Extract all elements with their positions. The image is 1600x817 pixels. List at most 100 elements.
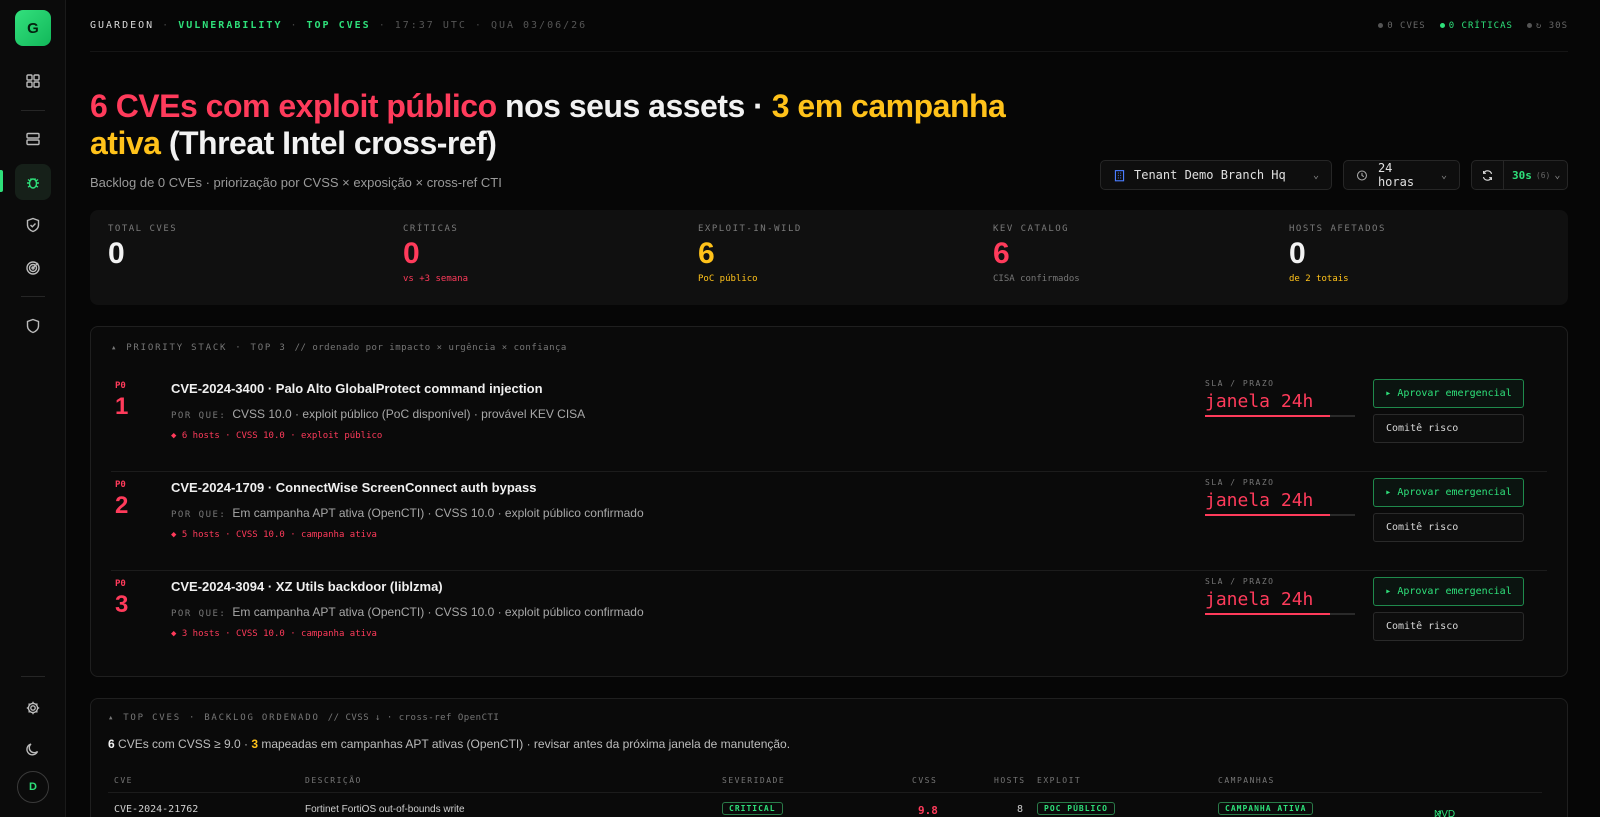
headline-exploit: 6 CVEs com exploit público bbox=[90, 88, 497, 124]
status-cves-text: 0 CVES bbox=[1387, 20, 1426, 31]
sla-block: SLA / PRAZO janela 24h bbox=[1205, 379, 1355, 417]
approve-emergency-button[interactable]: ▸ Aprovar emergencial bbox=[1373, 577, 1524, 606]
refresh-button[interactable] bbox=[1472, 161, 1504, 189]
section-title: TOP CVES bbox=[123, 713, 181, 723]
tenant-label: Tenant Demo Branch Hq bbox=[1134, 168, 1286, 182]
cell-description: Fortinet FortiOS out-of-bounds write bbox=[305, 804, 465, 815]
section-top: TOP 3 bbox=[250, 343, 287, 353]
priority-rank: 2 bbox=[115, 492, 129, 519]
priority-title[interactable]: CVE-2024-1709 · ConnectWise ScreenConnec… bbox=[171, 480, 536, 495]
clock-icon bbox=[1356, 170, 1367, 180]
priority-tag: P0 bbox=[115, 480, 126, 490]
risk-committee-button[interactable]: Comitê risco bbox=[1373, 513, 1524, 542]
nav-shield[interactable] bbox=[15, 308, 51, 344]
kpi-label: CRÍTICAS bbox=[403, 224, 459, 234]
reason-text: Em campanha APT ativa (OpenCTI) · CVSS 1… bbox=[232, 506, 644, 520]
refresh-interval-select[interactable]: 30s (6) ⌄ bbox=[1504, 169, 1560, 182]
status-criticas-text: 0 CRÍTICAS bbox=[1448, 20, 1513, 31]
status-refresh: ↻ 30S bbox=[1526, 20, 1568, 31]
tenant-select[interactable]: Tenant Demo Branch Hq ⌄ bbox=[1100, 160, 1332, 190]
kpi-sub: vs +3 semana bbox=[403, 274, 469, 284]
risk-committee-button[interactable]: Comitê risco bbox=[1373, 414, 1524, 443]
radar-icon bbox=[26, 261, 40, 275]
status-refresh-text: ↻ 30S bbox=[1535, 20, 1568, 31]
column-header-exploit[interactable]: EXPLOIT bbox=[1037, 776, 1081, 785]
breadcrumb-section[interactable]: VULNERABILITY bbox=[178, 20, 282, 31]
section-header: ▴ TOP CVES · BACKLOG ORDENADO // CVSS ↓ … bbox=[108, 713, 499, 723]
breadcrumb-app[interactable]: GUARDEON bbox=[90, 20, 154, 31]
breadcrumb-separator: · bbox=[474, 20, 483, 31]
column-header-cve[interactable]: CVE bbox=[114, 776, 133, 785]
section-header: ▴ PRIORITY STACK · TOP 3 // ordenado por… bbox=[111, 343, 567, 353]
kpi-label: KEV CATALOG bbox=[993, 224, 1070, 234]
topbar: GUARDEON · VULNERABILITY · TOP CVES · 17… bbox=[90, 0, 1568, 52]
priority-meta: ◆ 5 hosts · CVSS 10.0 · campanha ativa bbox=[171, 530, 377, 540]
breadcrumb: GUARDEON · VULNERABILITY · TOP CVES · 17… bbox=[90, 20, 587, 31]
priority-tag: P0 bbox=[115, 381, 126, 391]
headline-source: (Threat Intel cross-ref) bbox=[160, 125, 497, 161]
kpi-total-cves[interactable]: TOTAL CVES 0 bbox=[108, 224, 177, 272]
sla-progress-fill bbox=[1205, 415, 1330, 417]
reason-label: POR QUE: bbox=[171, 411, 227, 421]
table-row[interactable]: CVE-2024-21762 Fortinet FortiOS out-of-b… bbox=[108, 799, 1542, 817]
priority-title[interactable]: CVE-2024-3094 · XZ Utils backdoor (liblz… bbox=[171, 579, 443, 594]
shield-check-icon bbox=[26, 217, 40, 233]
chevron-down-icon: ⌄ bbox=[1312, 169, 1319, 181]
nav-servers[interactable] bbox=[15, 121, 51, 157]
nav-settings[interactable] bbox=[15, 690, 51, 726]
priority-title[interactable]: CVE-2024-3400 · Palo Alto GlobalProtect … bbox=[171, 381, 543, 396]
building-icon bbox=[1114, 169, 1125, 181]
kpi-value: 0 bbox=[1289, 237, 1306, 270]
shield-icon bbox=[26, 318, 40, 334]
nav-shield-check[interactable] bbox=[15, 207, 51, 243]
approve-emergency-button[interactable]: ▸ Aprovar emergencial bbox=[1373, 379, 1524, 408]
campaign-badge: CAMPANHA ATIVA bbox=[1218, 802, 1314, 815]
sla-label: SLA / PRAZO bbox=[1205, 478, 1275, 487]
breadcrumb-page[interactable]: TOP CVES bbox=[307, 20, 371, 31]
priority-tag: P0 bbox=[115, 579, 126, 589]
gear-icon bbox=[26, 701, 40, 715]
kpi-criticas[interactable]: CRÍTICAS 0 vs +3 semana bbox=[403, 224, 468, 284]
sla-value: janela 24h bbox=[1205, 589, 1314, 610]
section-title: PRIORITY STACK bbox=[126, 343, 228, 353]
nav-theme-toggle[interactable] bbox=[15, 731, 51, 767]
nav-divider bbox=[21, 676, 45, 677]
approve-emergency-button[interactable]: ▸ Aprovar emergencial bbox=[1373, 478, 1524, 507]
kpi-sub: PoC público bbox=[698, 274, 758, 284]
nav-vulnerability[interactable] bbox=[15, 164, 51, 200]
column-header-cvss[interactable]: CVSS bbox=[912, 776, 937, 785]
caret-up-icon: ▴ bbox=[108, 713, 116, 723]
priority-reason: POR QUE: Em campanha APT ativa (OpenCTI) … bbox=[171, 506, 644, 520]
page-subtitle: Backlog de 0 CVEs · priorização por CVSS… bbox=[90, 175, 502, 190]
kpi-label: TOTAL CVES bbox=[108, 224, 178, 234]
tenant-select-value: Tenant Demo Branch Hq bbox=[1113, 168, 1286, 182]
breadcrumb-separator: · bbox=[290, 20, 299, 31]
refresh-count: (6) bbox=[1535, 170, 1551, 180]
risk-committee-button[interactable]: Comitê risco bbox=[1373, 612, 1524, 641]
column-header-severity[interactable]: SEVERIDADE bbox=[722, 776, 785, 785]
priority-reason: POR QUE: Em campanha APT ativa (OpenCTI) … bbox=[171, 605, 644, 619]
time-range-select[interactable]: 24 horas ⌄ bbox=[1343, 160, 1460, 190]
kpi-exploit-in-wild[interactable]: EXPLOIT-IN-WILD 6 PoC público bbox=[698, 224, 802, 284]
breadcrumb-separator: · bbox=[378, 20, 387, 31]
page-title: 6 CVEs com exploit público nos seus asse… bbox=[90, 88, 1050, 162]
app-logo[interactable]: G bbox=[15, 10, 51, 46]
column-header-description[interactable]: DESCRIÇÃO bbox=[305, 776, 362, 785]
column-header-campaigns[interactable]: CAMPANHAS bbox=[1218, 776, 1275, 785]
kpi-sub: de 2 totais bbox=[1289, 274, 1349, 284]
status-cves: 0 CVES bbox=[1378, 21, 1426, 31]
priority-stack: ▴ PRIORITY STACK · TOP 3 // ordenado por… bbox=[90, 326, 1568, 677]
chevron-down-icon: ⌄ bbox=[1554, 169, 1561, 181]
avatar[interactable]: D bbox=[17, 771, 49, 803]
cell-cvss: 9.8 bbox=[918, 804, 938, 817]
section-comment: // ordenado por impacto × urgência × con… bbox=[294, 343, 567, 353]
kpi-hosts-afetados[interactable]: HOSTS AFETADOS 0 de 2 totais bbox=[1289, 224, 1386, 284]
reason-text: Em campanha APT ativa (OpenCTI) · CVSS 1… bbox=[232, 605, 644, 619]
kpi-kev-catalog[interactable]: KEV CATALOG 6 CISA confirmados bbox=[993, 224, 1080, 284]
nav-radar[interactable] bbox=[15, 250, 51, 286]
table-header: CVE DESCRIÇÃO SEVERIDADE CVSS HOSTS EXPL… bbox=[108, 771, 1542, 793]
column-header-hosts[interactable]: HOSTS bbox=[994, 776, 1026, 785]
kpi-value: 6 bbox=[698, 237, 715, 270]
nav-dashboard[interactable] bbox=[15, 63, 51, 99]
section-sub: BACKLOG ORDENADO bbox=[204, 713, 320, 723]
